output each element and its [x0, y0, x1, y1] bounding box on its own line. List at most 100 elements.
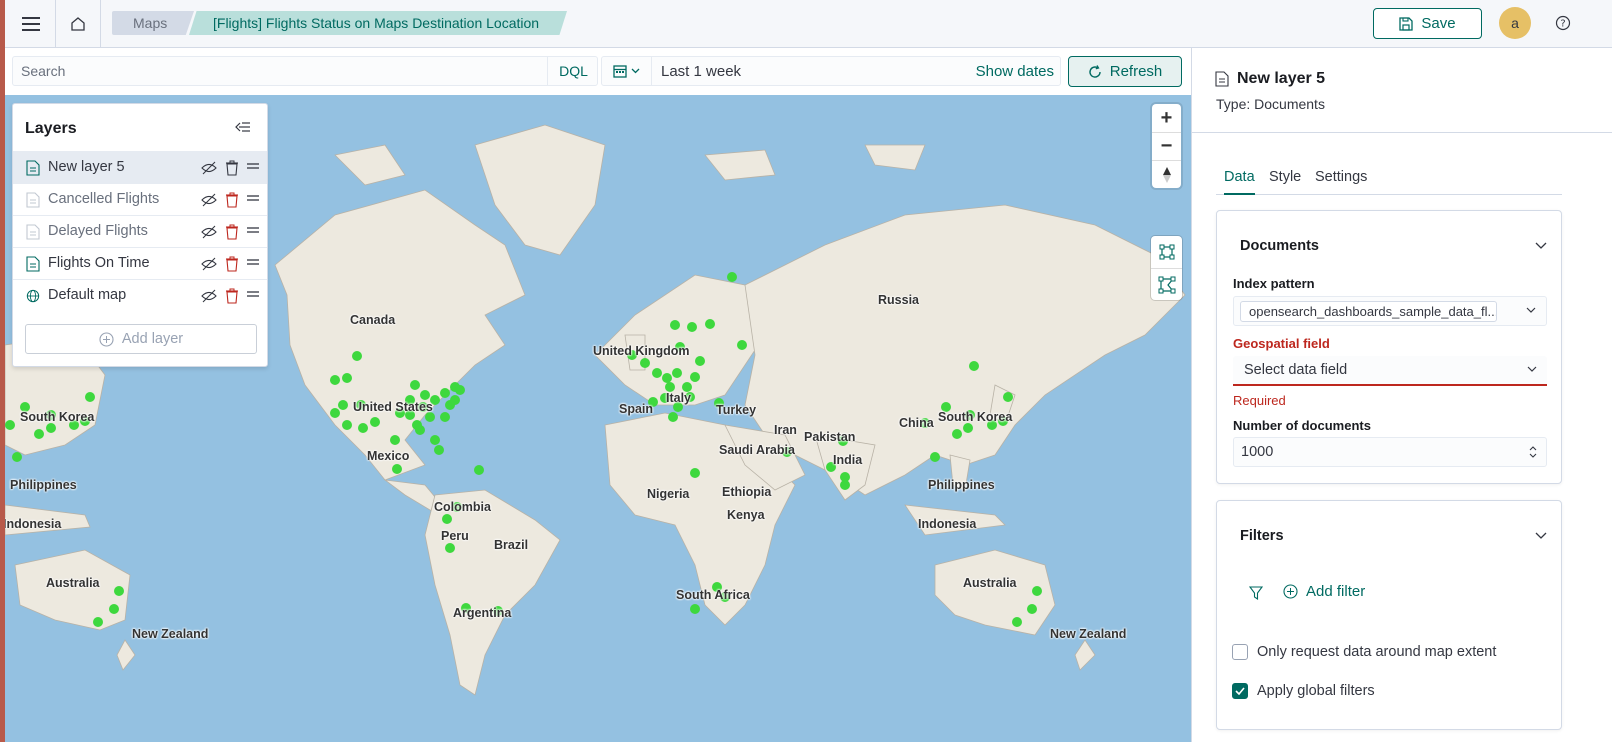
layer-item-cancelled-flights[interactable]: Cancelled Flights [13, 183, 267, 215]
save-button[interactable]: Save [1373, 8, 1482, 39]
stepper-icon[interactable] [1529, 445, 1537, 459]
layer-item-default-map[interactable]: Default map [13, 279, 267, 311]
global-filters-checkbox[interactable] [1232, 683, 1248, 699]
query-language-toggle[interactable]: DQL [547, 57, 599, 85]
reset-bearing-button[interactable] [1152, 160, 1181, 188]
layer-item-flights-on-time[interactable]: Flights On Time [13, 247, 267, 279]
layers-title: Layers [25, 120, 77, 137]
filter-icon [1249, 586, 1263, 600]
collapse-layers-button[interactable] [235, 120, 251, 136]
date-range-label[interactable]: Last 1 week [661, 63, 741, 80]
documents-card: Documents Index pattern opensearch_dashb… [1216, 210, 1562, 484]
menu-button[interactable] [9, 0, 53, 48]
map-extent-option[interactable]: Only request data around map extent [1232, 644, 1496, 660]
map-label-united-states: United States [353, 400, 433, 414]
trash-icon[interactable] [225, 224, 239, 240]
eye-closed-icon[interactable] [201, 257, 217, 271]
map-label-indonesia: Indonesia [918, 517, 977, 531]
global-filters-label: Apply global filters [1257, 683, 1375, 699]
document-icon [1215, 71, 1229, 87]
filters-card: Filters Add filter Only request data aro… [1216, 500, 1562, 730]
search-input[interactable] [13, 57, 545, 85]
refresh-button[interactable]: Refresh [1068, 56, 1182, 87]
rectangle-select-icon [1159, 244, 1174, 260]
map-label-colombia: Colombia [434, 500, 491, 514]
help-icon[interactable]: ? [1555, 15, 1571, 31]
document-icon [26, 224, 40, 240]
documents-title: Documents [1240, 238, 1319, 254]
hamburger-icon [22, 17, 40, 31]
trash-icon[interactable] [225, 256, 239, 272]
global-filters-option[interactable]: Apply global filters [1232, 683, 1375, 699]
refresh-icon [1089, 64, 1101, 78]
eye-closed-icon[interactable] [201, 225, 217, 239]
tab-data[interactable]: Data [1224, 169, 1255, 195]
add-filter-button[interactable]: Add filter [1283, 583, 1365, 600]
document-icon [26, 160, 40, 176]
search-bar: DQL [12, 56, 598, 86]
number-of-documents-input[interactable]: 1000 [1233, 437, 1547, 467]
map-label-ethiopia: Ethiopia [722, 485, 772, 499]
eye-closed-icon[interactable] [201, 193, 217, 207]
globe-icon [26, 289, 40, 303]
zoom-out-button[interactable]: − [1152, 132, 1181, 160]
draw-polygon-button[interactable] [1151, 268, 1182, 300]
map-label-argentina: Argentina [453, 606, 512, 620]
eye-closed-icon[interactable] [201, 161, 217, 175]
tab-style[interactable]: Style [1269, 169, 1301, 195]
quick-date-menu[interactable] [602, 57, 652, 85]
add-layer-button[interactable]: Add layer [25, 324, 257, 354]
config-tabs: Data Style Settings [1216, 166, 1562, 195]
drag-handle-icon[interactable] [247, 290, 259, 298]
map-label-turkey: Turkey [716, 403, 757, 417]
layer-config-name: New layer 5 [1237, 70, 1326, 87]
top-header: Maps [Flights] Flights Status on Maps De… [5, 0, 1612, 48]
plus-circle-icon [1283, 584, 1298, 599]
chevron-down-icon[interactable] [1535, 532, 1547, 540]
eye-closed-icon[interactable] [201, 289, 217, 303]
home-button[interactable] [55, 0, 101, 48]
map-label-brazil: Brazil [494, 538, 529, 552]
chevron-down-icon[interactable] [1535, 242, 1547, 250]
drag-handle-icon[interactable] [247, 226, 259, 234]
index-pattern-combobox[interactable]: opensearch_dashboards_sample_data_fl... [1233, 296, 1547, 326]
tab-settings[interactable]: Settings [1315, 169, 1367, 195]
number-of-documents-label: Number of documents [1233, 418, 1371, 433]
trash-icon[interactable] [225, 160, 239, 176]
user-avatar[interactable]: a [1499, 7, 1531, 39]
layer-name: Default map [48, 287, 127, 303]
chevron-down-icon [1527, 366, 1537, 372]
map-label-canada: Canada [350, 313, 396, 327]
map-label-south-africa: South Africa [676, 588, 750, 602]
maps-app: Maps [Flights] Flights Status on Maps De… [0, 0, 1612, 742]
layer-item-new-layer-5[interactable]: New layer 5 [13, 151, 267, 183]
trash-icon[interactable] [225, 192, 239, 208]
drag-handle-icon[interactable] [247, 194, 259, 202]
refresh-label: Refresh [1109, 63, 1163, 80]
map-label-indonesia-wrap: Indonesia [5, 517, 62, 531]
trash-icon[interactable] [225, 288, 239, 304]
breadcrumb-maps[interactable]: Maps [112, 11, 194, 35]
map-extent-checkbox[interactable] [1232, 644, 1248, 660]
number-of-documents-value: 1000 [1241, 444, 1274, 460]
drag-handle-icon[interactable] [247, 258, 259, 266]
filters-title: Filters [1240, 528, 1284, 544]
menu-left-icon [235, 122, 250, 132]
layers-panel: Layers New layer 5 Cancelled Flights Del… [12, 103, 268, 367]
map-label-philippines-wrap: Philippines [10, 478, 77, 492]
date-picker: Last 1 week Show dates [601, 56, 1061, 86]
show-dates-link[interactable]: Show dates [976, 63, 1054, 80]
layer-config-panel: New layer 5 Type: Documents Data Style S… [1191, 48, 1612, 742]
geospatial-field-select[interactable]: Select data field [1233, 356, 1547, 386]
layer-item-delayed-flights[interactable]: Delayed Flights [13, 215, 267, 247]
draw-rectangle-button[interactable] [1151, 236, 1182, 268]
breadcrumb-current-map: [Flights] Flights Status on Maps Destina… [189, 11, 567, 35]
zoom-in-button[interactable]: + [1152, 104, 1181, 132]
index-pattern-value: opensearch_dashboards_sample_data_fl... [1240, 301, 1497, 322]
add-layer-label: Add layer [121, 331, 184, 347]
drag-handle-icon[interactable] [247, 162, 259, 170]
layer-config-title: New layer 5 [1215, 70, 1325, 88]
layer-name: Cancelled Flights [48, 191, 160, 207]
document-icon [26, 192, 40, 208]
calendar-icon [613, 65, 627, 78]
